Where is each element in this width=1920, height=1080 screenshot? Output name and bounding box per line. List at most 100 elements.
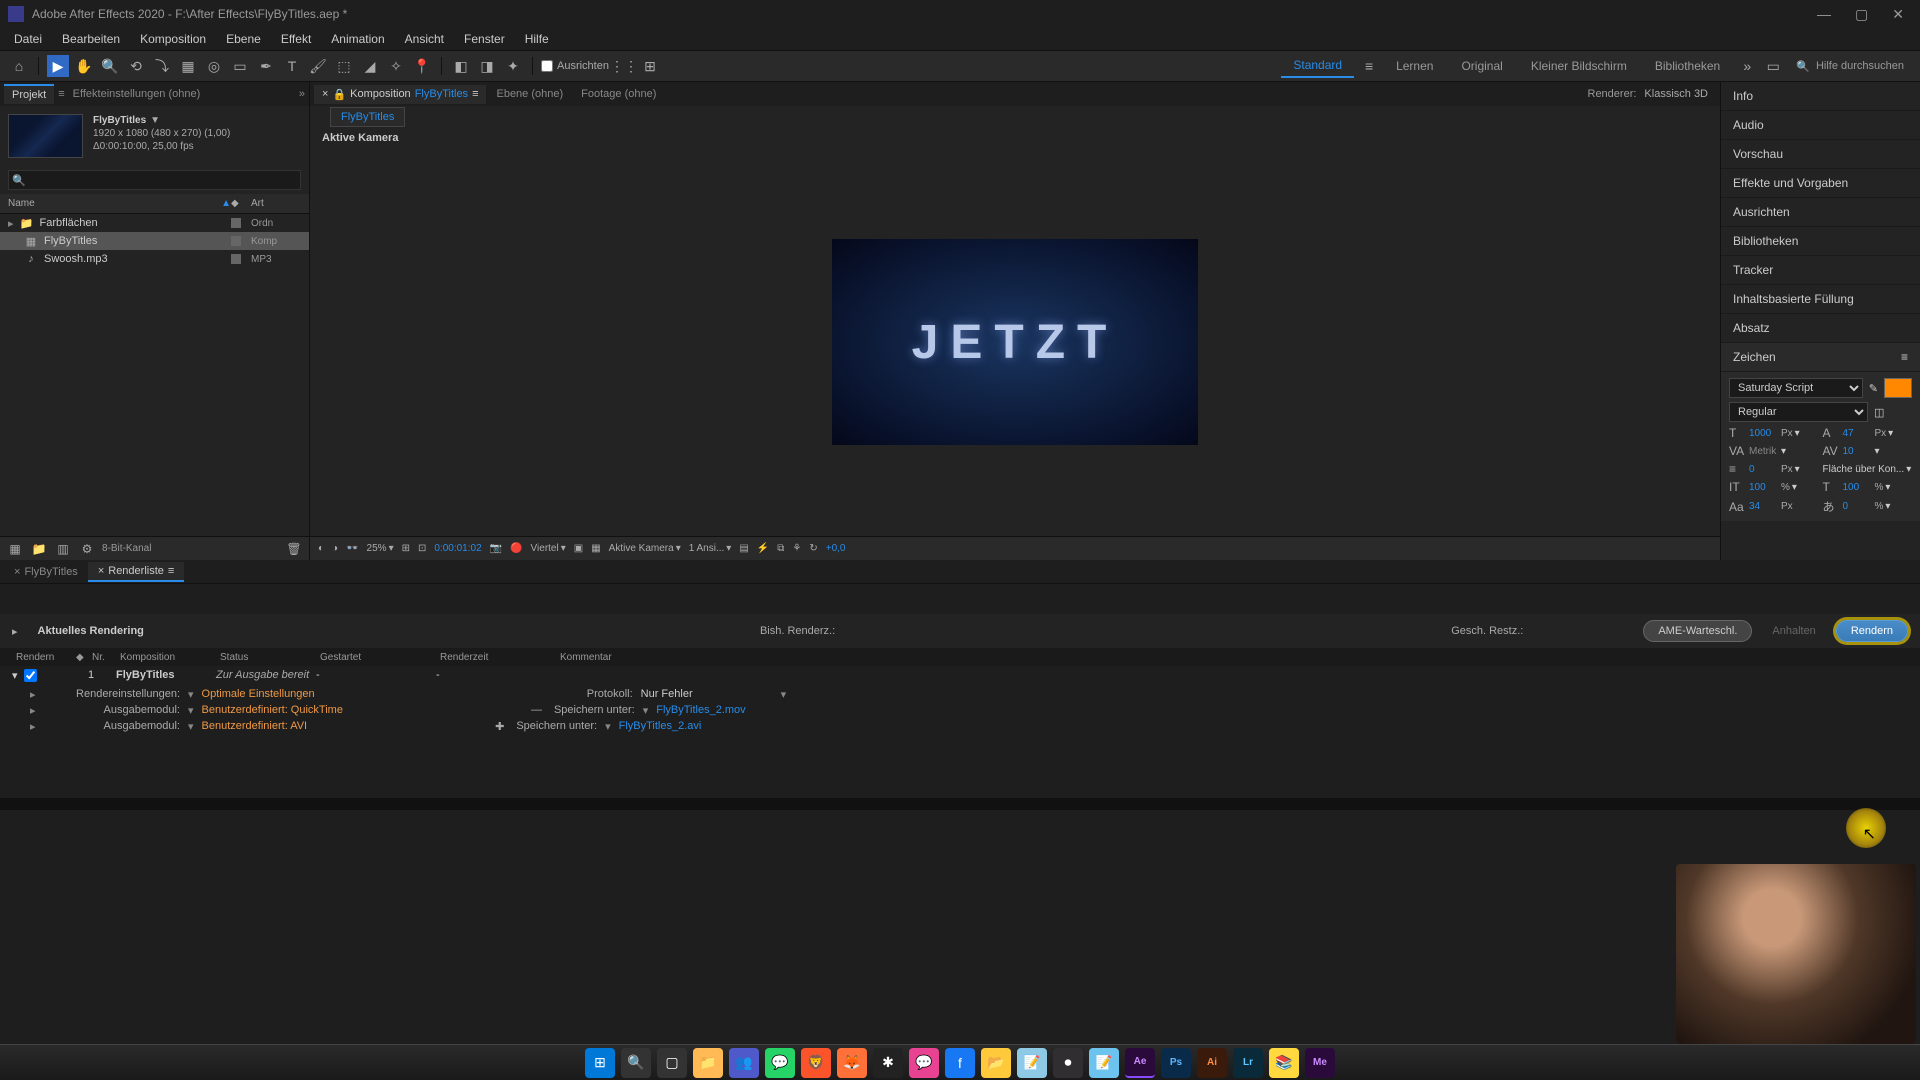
files-icon[interactable]: 📂: [981, 1048, 1011, 1078]
transparency-icon[interactable]: ▦: [591, 543, 600, 554]
app-icon[interactable]: ✱: [873, 1048, 903, 1078]
save-dropdown-icon[interactable]: ▾: [643, 704, 649, 717]
stroke-option[interactable]: Fläche über Kon... ▾: [1823, 462, 1913, 476]
menu-bearbeiten[interactable]: Bearbeiten: [52, 30, 130, 48]
notepad2-icon[interactable]: 📝: [1089, 1048, 1119, 1078]
workspace-settings-icon[interactable]: ▭: [1762, 55, 1784, 77]
reset-exposure-icon[interactable]: ↻: [809, 543, 817, 554]
alpha-icon[interactable]: ◐: [318, 543, 324, 554]
col-type[interactable]: Art: [251, 198, 301, 209]
expand-item-icon[interactable]: ▾: [12, 669, 18, 682]
expand-settings-icon[interactable]: ▸: [30, 688, 42, 701]
illustrator-icon[interactable]: Ai: [1197, 1048, 1227, 1078]
mask-mode-icon-2[interactable]: ◨: [476, 55, 498, 77]
lock-icon[interactable]: 🔒: [332, 88, 346, 101]
new-folder-icon[interactable]: 📁: [30, 540, 48, 558]
workspace-kleiner[interactable]: Kleiner Bildschirm: [1519, 55, 1639, 77]
menu-effekt[interactable]: Effekt: [271, 30, 321, 48]
pen-tool[interactable]: ✒: [255, 55, 277, 77]
toggle-icon[interactable]: ◑: [332, 543, 338, 554]
mask-mode-icon[interactable]: ◧: [450, 55, 472, 77]
footage-viewer-tab[interactable]: Footage (ohne): [573, 85, 664, 103]
fill-color-swatch[interactable]: [1884, 378, 1912, 398]
label-swatch[interactable]: [231, 218, 241, 228]
vertical-scale[interactable]: IT100% ▾: [1729, 480, 1819, 494]
menu-ansicht[interactable]: Ansicht: [395, 30, 454, 48]
project-item-folder[interactable]: ▸ 📁 Farbflächen Ordn: [0, 214, 309, 232]
clone-tool[interactable]: ⬚: [333, 55, 355, 77]
output-path-link[interactable]: FlyByTitles_2.mov: [656, 704, 745, 716]
render-button[interactable]: Rendern: [1836, 620, 1908, 642]
workspace-menu-icon[interactable]: ≡: [1358, 55, 1380, 77]
panel-effekte[interactable]: Effekte und Vorgaben: [1721, 169, 1920, 198]
teams-icon[interactable]: 👥: [729, 1048, 759, 1078]
close-button[interactable]: ✕: [1892, 6, 1904, 23]
lightroom-icon[interactable]: Lr: [1233, 1048, 1263, 1078]
whatsapp-icon[interactable]: 💬: [765, 1048, 795, 1078]
brush-tool[interactable]: 🖌: [307, 55, 329, 77]
start-button[interactable]: ⊞: [585, 1048, 615, 1078]
selection-tool[interactable]: ▶: [47, 55, 69, 77]
camera-tool[interactable]: ▦: [177, 55, 199, 77]
comp-dropdown-icon[interactable]: ▼: [150, 114, 160, 127]
explorer-icon[interactable]: 📁: [693, 1048, 723, 1078]
tab-menu-icon[interactable]: ≡: [168, 565, 174, 577]
snap-option-icon[interactable]: ⋮⋮: [613, 55, 635, 77]
stroke-swatch-icon[interactable]: ◫: [1874, 406, 1912, 419]
timeline-icon[interactable]: ⧉: [777, 543, 784, 554]
eraser-tool[interactable]: ◢: [359, 55, 381, 77]
zoom-dropdown[interactable]: 25% ▾: [367, 543, 394, 554]
maximize-button[interactable]: ▢: [1855, 6, 1868, 23]
add-output-icon[interactable]: ✚: [495, 721, 504, 733]
timecode-display[interactable]: 0:00:01:02: [434, 543, 481, 554]
project-search-input[interactable]: [8, 170, 301, 190]
menu-datei[interactable]: Datei: [4, 30, 52, 48]
panel-fuellung[interactable]: Inhaltsbasierte Füllung: [1721, 285, 1920, 314]
search-button[interactable]: 🔍: [621, 1048, 651, 1078]
render-checkbox[interactable]: [24, 669, 37, 682]
col-sort-icon[interactable]: ▲: [221, 198, 231, 209]
project-tab[interactable]: Projekt: [4, 84, 54, 104]
project-item-audio[interactable]: ♪ Swoosh.mp3 MP3: [0, 250, 309, 268]
save-dropdown-icon[interactable]: ▾: [605, 720, 611, 733]
shape-tool[interactable]: ▭: [229, 55, 251, 77]
menu-ebene[interactable]: Ebene: [216, 30, 271, 48]
trash-icon[interactable]: 🗑: [285, 540, 303, 558]
guides-icon[interactable]: ⊡: [418, 543, 426, 554]
layer-viewer-tab[interactable]: Ebene (ohne): [488, 85, 571, 103]
output-module-link[interactable]: Benutzerdefiniert: QuickTime: [202, 704, 343, 716]
label-swatch[interactable]: [231, 254, 241, 264]
remove-output-icon[interactable]: —: [531, 704, 542, 716]
panel-bibliotheken[interactable]: Bibliotheken: [1721, 227, 1920, 256]
baseline-shift[interactable]: Aa34Px: [1729, 498, 1819, 515]
settings-icon[interactable]: ⚙: [78, 540, 96, 558]
menu-komposition[interactable]: Komposition: [130, 30, 216, 48]
snap-checkbox[interactable]: Ausrichten: [541, 60, 609, 72]
channels-icon[interactable]: 🔴: [510, 543, 522, 554]
expand-current-render[interactable]: ▸: [12, 625, 18, 638]
eyedropper-icon[interactable]: ✎: [1869, 382, 1878, 395]
output-module-link[interactable]: Benutzerdefiniert: AVI: [202, 720, 308, 732]
firefox-icon[interactable]: 🦊: [837, 1048, 867, 1078]
pixel-aspect-icon[interactable]: ▤: [739, 543, 748, 554]
camera-dropdown[interactable]: Aktive Kamera ▾: [609, 543, 681, 554]
render-queue-tab[interactable]: × Renderliste ≡: [88, 562, 185, 582]
bit-depth[interactable]: 8-Bit-Kanal: [102, 543, 151, 554]
messenger-icon[interactable]: 💬: [909, 1048, 939, 1078]
exposure-value[interactable]: +0,0: [826, 543, 846, 554]
output-path-link[interactable]: FlyByTitles_2.avi: [619, 720, 702, 732]
font-size[interactable]: T1000Px ▾: [1729, 426, 1819, 440]
comp-viewer-tab[interactable]: × 🔒 Komposition FlyByTitles ≡: [314, 85, 486, 104]
effects-tab[interactable]: Effekteinstellungen (ohne): [65, 85, 209, 103]
panel-menu-icon[interactable]: ≡: [1901, 350, 1908, 364]
expand-output-icon[interactable]: ▸: [30, 720, 42, 733]
horizontal-scale[interactable]: T100% ▾: [1823, 480, 1913, 494]
menu-fenster[interactable]: Fenster: [454, 30, 515, 48]
workspace-overflow-icon[interactable]: »: [1736, 55, 1758, 77]
interpret-icon[interactable]: ▦: [6, 540, 24, 558]
panel-ausrichten[interactable]: Ausrichten: [1721, 198, 1920, 227]
new-comp-icon[interactable]: ▥: [54, 540, 72, 558]
text-tool[interactable]: T: [281, 55, 303, 77]
menu-hilfe[interactable]: Hilfe: [515, 30, 559, 48]
panel-vorschau[interactable]: Vorschau: [1721, 140, 1920, 169]
